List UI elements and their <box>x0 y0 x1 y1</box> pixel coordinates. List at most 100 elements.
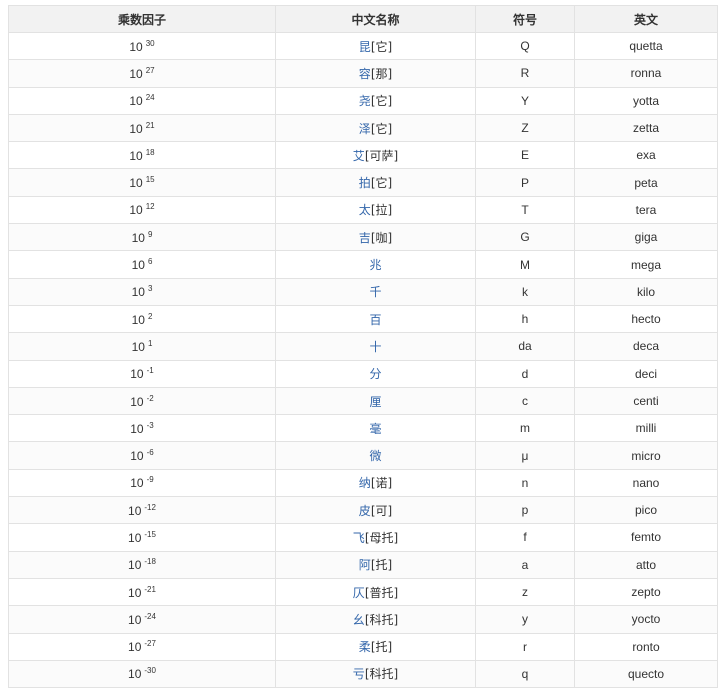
chinese-name-link[interactable]: 纳 <box>359 476 371 490</box>
chinese-name-cell: 皮[可] <box>275 496 476 525</box>
chinese-name-link[interactable]: 百 <box>369 313 381 327</box>
chinese-name-link[interactable]: 泽 <box>359 122 371 136</box>
chinese-name-link[interactable]: 阿 <box>359 558 371 572</box>
table-body: 10 30 昆[它] Qquetta 10 27 容[那] Rronna 10 24 尧[它] Yyo… <box>8 31 718 689</box>
chinese-name-link[interactable]: 毫 <box>369 422 381 436</box>
table-row: 10 -21 仄[普托] z zepto <box>8 577 718 607</box>
english-name-cell: tera <box>574 195 718 225</box>
multiplier-base: 10 <box>128 640 142 655</box>
chinese-name-link[interactable]: 尧 <box>359 94 371 108</box>
symbol-cell: T <box>475 195 575 225</box>
multiplier-cell: 10 21 <box>8 113 276 143</box>
multiplier-cell: 10 27 <box>8 59 276 88</box>
symbol-cell: P <box>475 168 575 197</box>
chinese-name-pronunciation: [它] <box>370 121 393 136</box>
symbol-cell: R <box>475 59 575 88</box>
chinese-name-link[interactable]: 微 <box>369 449 381 463</box>
header-multiplier: 乘数因子 <box>8 5 276 33</box>
chinese-name-link[interactable]: 拍 <box>359 176 371 190</box>
chinese-name-link[interactable]: 兆 <box>369 258 381 272</box>
english-name-cell: zepto <box>574 577 718 607</box>
chinese-name-cell: 十 <box>275 332 476 361</box>
symbol-cell: r <box>475 632 575 661</box>
english-name-cell: mega <box>574 250 718 279</box>
table-row: 10 2 百 h hecto <box>8 304 718 334</box>
english-name-cell: yocto <box>574 605 718 634</box>
multiplier-exponent: -15 <box>144 529 156 539</box>
chinese-name-link[interactable]: 亏 <box>353 667 365 681</box>
multiplier-exponent: -1 <box>146 366 154 376</box>
chinese-name-cell: 微 <box>275 441 476 470</box>
symbol-cell: c <box>475 386 575 416</box>
english-name-cell: atto <box>574 550 718 579</box>
multiplier-exponent: -27 <box>144 639 156 649</box>
symbol-cell: d <box>475 359 575 388</box>
chinese-name-link[interactable]: 千 <box>369 285 381 299</box>
chinese-name-pronunciation: [它] <box>370 94 393 109</box>
chinese-name-link[interactable]: 厘 <box>369 395 381 409</box>
si-prefix-table: 乘数因子 中文名称 符号 英文 10 30 昆[它] Qquetta 10 27 容[那] R… <box>8 5 718 689</box>
symbol-cell: y <box>475 605 575 634</box>
multiplier-cell: 10 30 <box>8 31 276 61</box>
chinese-name-link[interactable]: 昆 <box>359 40 371 54</box>
chinese-name-link[interactable]: 皮 <box>359 504 371 518</box>
chinese-name-pronunciation: [托] <box>370 640 393 655</box>
chinese-name-link[interactable]: 十 <box>369 340 381 354</box>
english-name-cell: yotta <box>574 86 718 115</box>
multiplier-base: 10 <box>129 148 143 163</box>
chinese-name-link[interactable]: 飞 <box>353 531 365 545</box>
multiplier-cell: 10 18 <box>8 141 276 170</box>
chinese-name-link[interactable]: 吉 <box>359 231 371 245</box>
multiplier-base: 10 <box>129 66 143 81</box>
chinese-name-link[interactable]: 艾 <box>353 149 365 163</box>
table-row: 10 6 兆 Mmega <box>8 250 718 279</box>
chinese-name-cell: 百 <box>275 304 476 334</box>
chinese-name-cell: 兆 <box>275 250 476 279</box>
multiplier-exponent: 12 <box>145 202 155 212</box>
multiplier-cell: 10 24 <box>8 86 276 115</box>
chinese-name-pronunciation: [拉] <box>370 203 393 218</box>
multiplier-base: 10 <box>128 530 142 545</box>
chinese-name-cell: 泽[它] <box>275 113 476 143</box>
english-name-cell: hecto <box>574 304 718 334</box>
table-row: 10 -18 阿[托] a atto <box>8 550 718 579</box>
chinese-name-link[interactable]: 容 <box>359 67 371 81</box>
table-row: 10 3 千 k kilo <box>8 277 718 306</box>
chinese-name-pronunciation: [那] <box>370 66 393 81</box>
english-name-cell: giga <box>574 223 718 252</box>
chinese-name-cell: 拍[它] <box>275 168 476 197</box>
table-row: 10 12 太[拉] Ttera <box>8 195 718 225</box>
multiplier-exponent: -6 <box>146 448 154 458</box>
table-row: 10 -12 皮[可] p pico <box>8 496 718 525</box>
table-header-row: 乘数因子 中文名称 符号 英文 <box>8 5 718 33</box>
symbol-cell: f <box>475 523 575 552</box>
multiplier-base: 10 <box>130 476 144 491</box>
chinese-name-link[interactable]: 太 <box>359 203 371 217</box>
multiplier-cell: 10 -24 <box>8 605 276 634</box>
multiplier-exponent: 24 <box>145 93 155 103</box>
multiplier-exponent: -3 <box>146 420 154 430</box>
multiplier-cell: 10 -12 <box>8 496 276 525</box>
table-row: 10 15 拍[它] Ppeta <box>8 168 718 197</box>
chinese-name-cell: 仄[普托] <box>275 577 476 607</box>
chinese-name-link[interactable]: 仄 <box>353 586 365 600</box>
multiplier-exponent: 9 <box>147 229 153 239</box>
symbol-cell: M <box>475 250 575 279</box>
symbol-cell: n <box>475 468 575 498</box>
english-name-cell: exa <box>574 141 718 170</box>
multiplier-exponent: 18 <box>145 147 155 157</box>
table-row: 10 -30 亏[科托] q quecto <box>8 659 718 689</box>
chinese-name-cell: 昆[它] <box>275 31 476 61</box>
multiplier-cell: 10 -1 <box>8 359 276 388</box>
chinese-name-link[interactable]: 柔 <box>359 640 371 654</box>
table-row: 10 30 昆[它] Qquetta <box>8 31 718 61</box>
chinese-name-link[interactable]: 分 <box>369 367 381 381</box>
multiplier-base: 10 <box>128 558 142 573</box>
symbol-cell: m <box>475 414 575 443</box>
chinese-name-cell: 厘 <box>275 386 476 416</box>
multiplier-cell: 10 -15 <box>8 523 276 552</box>
chinese-name-pronunciation: [它] <box>370 39 393 54</box>
chinese-name-link[interactable]: 幺 <box>353 613 365 627</box>
multiplier-exponent: 21 <box>145 120 155 130</box>
chinese-name-pronunciation: [咖] <box>370 230 393 245</box>
